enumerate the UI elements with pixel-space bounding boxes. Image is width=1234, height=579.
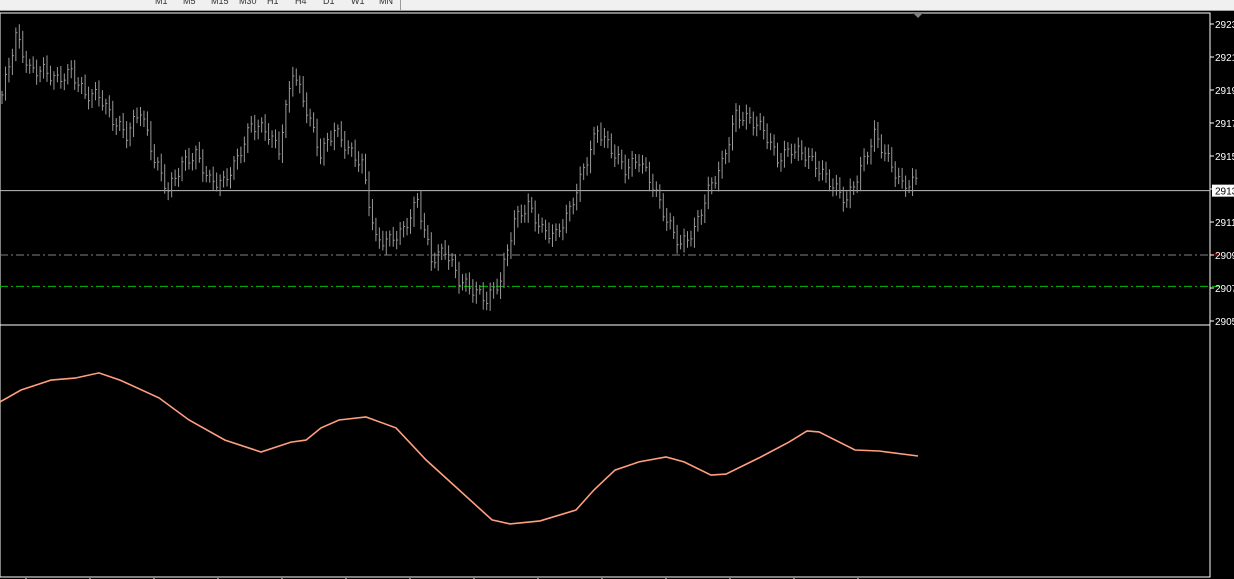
timeframe-d1[interactable]: D1 bbox=[323, 0, 335, 6]
toolbar: M1 M5 M15 M30 H1 H4 D1 W1 MN bbox=[0, 0, 1234, 11]
timeframe-m5[interactable]: M5 bbox=[183, 0, 196, 6]
y-tick-label: 2923 bbox=[1215, 20, 1234, 31]
timeframe-m30[interactable]: M30 bbox=[239, 0, 257, 6]
timeframe-h1[interactable]: H1 bbox=[267, 0, 279, 6]
indicator-pane-border bbox=[0, 324, 1211, 578]
price-levels bbox=[0, 190, 1220, 287]
y-tick-label: 2905 bbox=[1215, 317, 1234, 328]
y-tick-label: 2917 bbox=[1215, 119, 1234, 130]
main-pane-border bbox=[0, 12, 1211, 326]
y-tick-label: 2907 bbox=[1215, 284, 1234, 295]
y-tick-label: 2911 bbox=[1215, 218, 1234, 229]
timeframe-mn[interactable]: MN bbox=[379, 0, 393, 6]
current-price-label: 2913 bbox=[1215, 187, 1234, 198]
chart-shift-marker-icon[interactable] bbox=[913, 13, 923, 18]
timeframe-m15[interactable]: M15 bbox=[211, 0, 229, 6]
timeframe-h4[interactable]: H4 bbox=[295, 0, 307, 6]
timeframe-m1[interactable]: M1 bbox=[155, 0, 168, 6]
indicator-pane bbox=[0, 324, 1211, 578]
y-tick-label: 2915 bbox=[1215, 152, 1234, 163]
price-axis: 2923 2921 2919 2917 2915 2913 2911 2909 2907 2905 bbox=[1210, 20, 1234, 328]
toolbar-divider bbox=[400, 0, 401, 10]
timeframe-w1[interactable]: W1 bbox=[351, 0, 365, 6]
y-tick-label: 2909 bbox=[1215, 251, 1234, 262]
y-tick-label: 2919 bbox=[1215, 86, 1234, 97]
price-chart[interactable]: 2923 2921 2919 2917 2915 2913 2911 2909 2907 2905 bbox=[0, 11, 1234, 579]
main-pane bbox=[0, 12, 1211, 326]
price-bars bbox=[1, 24, 918, 311]
indicator-line bbox=[0, 372, 919, 525]
y-tick-label: 2921 bbox=[1215, 53, 1234, 64]
